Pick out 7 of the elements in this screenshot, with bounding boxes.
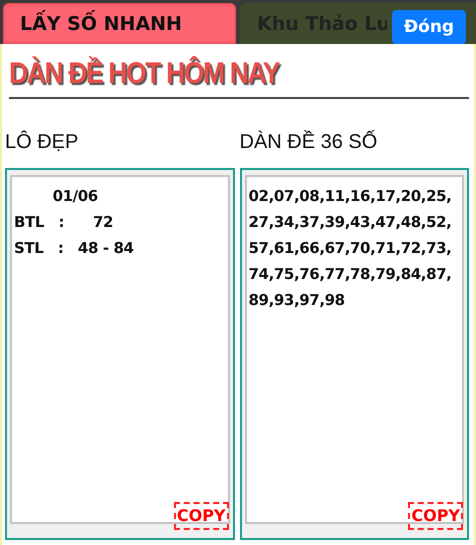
- section-heading: DÀN ĐỀ 36 SỐ: [240, 131, 378, 155]
- close-button[interactable]: Đóng: [392, 10, 466, 44]
- tab[interactable]: LẤY SỐ NHANH: [3, 3, 236, 44]
- page-title: DÀN ĐỀ HOT HÔM NAY: [9, 55, 280, 92]
- copy-button[interactable]: COPY: [408, 502, 463, 530]
- section-heading: LÔ ĐẸP: [5, 131, 80, 155]
- copy-button[interactable]: COPY: [174, 502, 228, 530]
